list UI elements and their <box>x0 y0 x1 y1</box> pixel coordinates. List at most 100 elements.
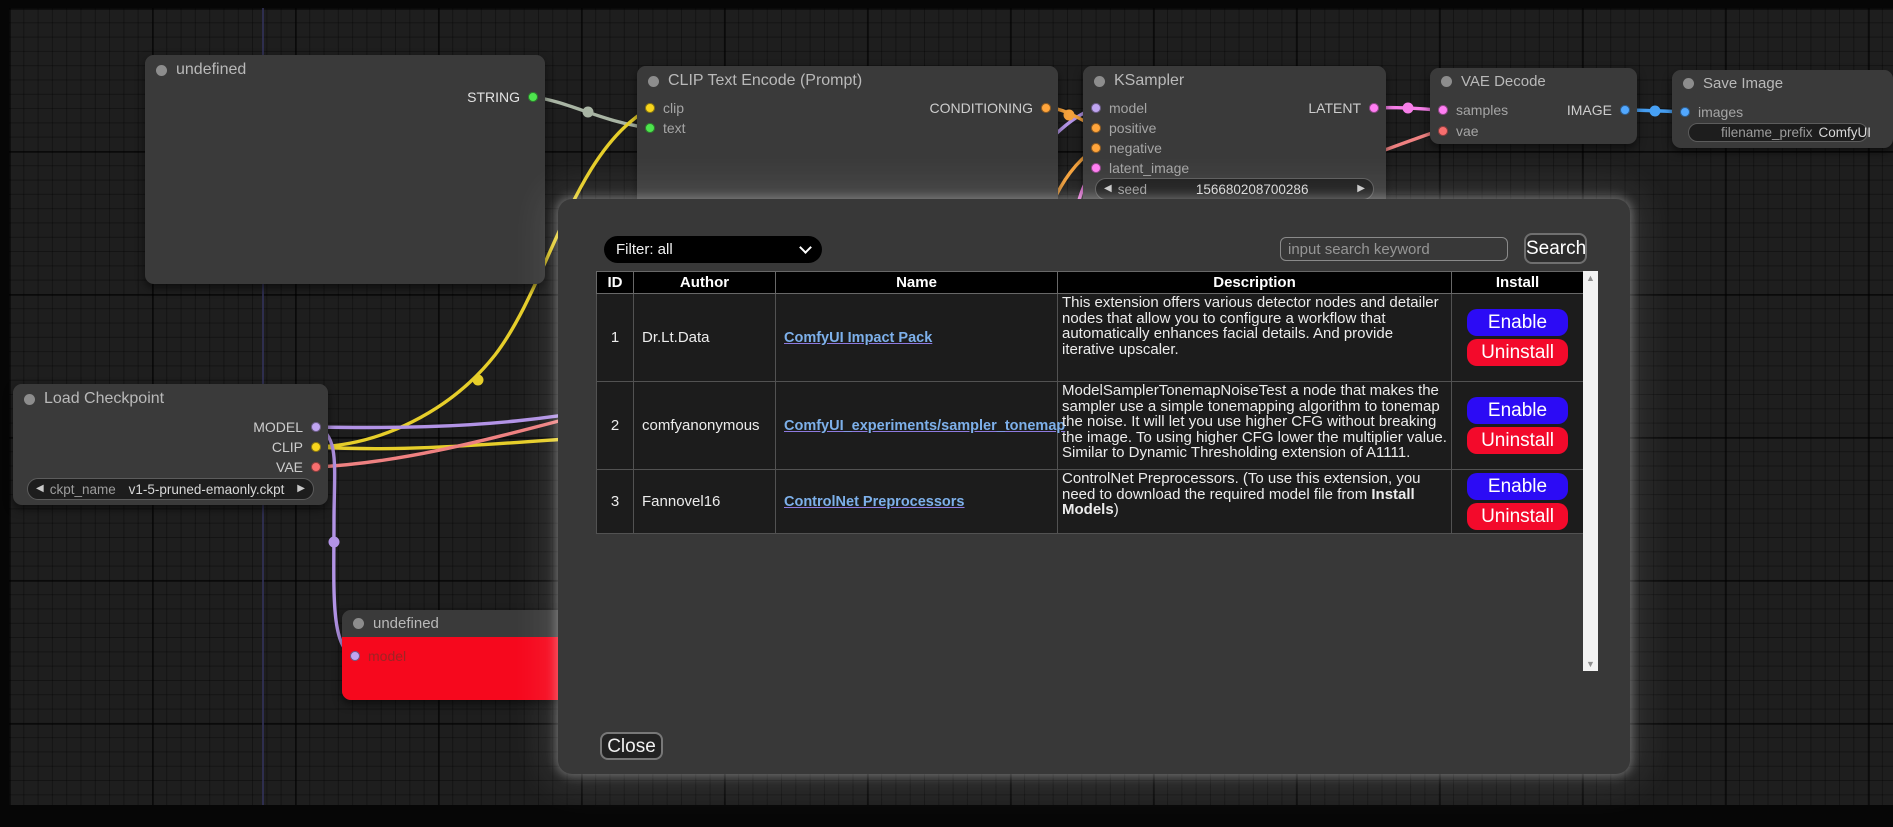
slot-dot[interactable] <box>1091 103 1101 113</box>
prev-arrow-icon[interactable]: ◀ <box>1104 184 1112 194</box>
uninstall-button[interactable]: Uninstall <box>1467 339 1568 366</box>
header-name: Name <box>776 272 1058 294</box>
slot-dot[interactable] <box>645 103 655 113</box>
slot-dot[interactable] <box>1369 103 1379 113</box>
filter-value: Filter: all <box>616 241 801 258</box>
collapse-dot-icon[interactable] <box>24 394 35 405</box>
widget-value: v1-5-pruned-emaonly.ckpt <box>122 482 292 497</box>
slot-label: VAE <box>276 459 303 475</box>
node-title-bar[interactable]: VAE Decode <box>1430 68 1637 95</box>
cell-author: comfyanonymous <box>634 382 776 470</box>
output-slot-vae[interactable]: VAE <box>276 457 321 477</box>
node-ksampler[interactable]: KSampler model positive negative latent_… <box>1083 66 1386 211</box>
cell-id: 1 <box>597 294 634 382</box>
uninstall-button[interactable]: Uninstall <box>1467 427 1568 454</box>
cell-description: ModelSamplerTonemapNoiseTest a node that… <box>1058 382 1452 470</box>
input-slot-model[interactable]: model <box>1091 98 1147 118</box>
slot-dot[interactable] <box>311 422 321 432</box>
node-undefined-top[interactable]: undefined STRING <box>145 55 545 284</box>
collapse-dot-icon[interactable] <box>648 76 659 87</box>
table-scrollbar[interactable]: ▲ ▼ <box>1583 271 1598 671</box>
output-slot-clip[interactable]: CLIP <box>272 437 321 457</box>
collapse-dot-icon[interactable] <box>1094 76 1105 87</box>
input-slot-images[interactable]: images <box>1680 102 1743 122</box>
search-input[interactable] <box>1280 237 1508 261</box>
slot-dot[interactable] <box>645 123 655 133</box>
scroll-down-icon[interactable]: ▼ <box>1583 657 1598 671</box>
filename-prefix-widget[interactable]: filename_prefix ComfyUI <box>1688 123 1868 142</box>
slot-dot[interactable] <box>1438 126 1448 136</box>
slot-dot[interactable] <box>1680 107 1690 117</box>
slot-dot[interactable] <box>1620 105 1630 115</box>
input-slot-clip[interactable]: clip <box>645 98 684 118</box>
cell-name: ComfyUI Impact Pack <box>776 294 1058 382</box>
slot-dot[interactable] <box>350 651 360 661</box>
slot-dot[interactable] <box>1041 103 1051 113</box>
input-slot-vae[interactable]: vae <box>1438 121 1479 141</box>
extension-link[interactable]: ControlNet Preprocessors <box>784 494 965 510</box>
collapse-dot-icon[interactable] <box>1441 76 1452 87</box>
node-title-bar[interactable]: KSampler <box>1083 66 1386 96</box>
ckpt-name-widget[interactable]: ◀ ckpt_name v1-5-pruned-emaonly.ckpt ▶ <box>27 478 314 500</box>
node-undefined-bottom[interactable]: undefined model <box>342 610 582 700</box>
collapse-dot-icon[interactable] <box>353 618 364 629</box>
close-button[interactable]: Close <box>600 732 663 760</box>
output-slot-string[interactable]: STRING <box>467 87 538 107</box>
prev-arrow-icon[interactable]: ◀ <box>36 484 44 494</box>
enable-button[interactable]: Enable <box>1467 309 1568 336</box>
filter-select[interactable]: Filter: all <box>604 236 822 263</box>
seed-widget[interactable]: ◀ seed 156680208700286 ▶ <box>1095 178 1374 200</box>
chevron-down-icon <box>799 241 812 254</box>
slot-dot[interactable] <box>1091 123 1101 133</box>
enable-button[interactable]: Enable <box>1467 397 1568 424</box>
description-text: ControlNet Preprocessors. (To use this e… <box>1062 470 1421 503</box>
slot-dot[interactable] <box>1091 163 1101 173</box>
node-title-bar[interactable]: Save Image <box>1672 70 1893 97</box>
input-slot-samples[interactable]: samples <box>1438 100 1508 120</box>
slot-label: negative <box>1109 140 1162 156</box>
output-slot-conditioning[interactable]: CONDITIONING <box>930 98 1051 118</box>
slot-dot[interactable] <box>528 92 538 102</box>
node-title: VAE Decode <box>1461 73 1546 90</box>
next-arrow-icon[interactable]: ▶ <box>1357 184 1365 194</box>
slot-label: positive <box>1109 120 1156 136</box>
input-slot-negative[interactable]: negative <box>1091 138 1162 158</box>
extension-link[interactable]: ComfyUI Impact Pack <box>784 330 932 346</box>
output-slot-image[interactable]: IMAGE <box>1567 100 1630 120</box>
slot-dot[interactable] <box>1091 143 1101 153</box>
slot-label: images <box>1698 104 1743 120</box>
cell-id: 3 <box>597 470 634 534</box>
node-vae-decode[interactable]: VAE Decode samples vae IMAGE <box>1430 68 1637 144</box>
input-slot-text[interactable]: text <box>645 118 686 138</box>
enable-button[interactable]: Enable <box>1467 473 1568 500</box>
header-description: Description <box>1058 272 1452 294</box>
output-slot-latent[interactable]: LATENT <box>1308 98 1379 118</box>
node-title-bar[interactable]: Load Checkpoint <box>13 384 328 414</box>
scroll-up-icon[interactable]: ▲ <box>1583 271 1598 285</box>
widget-label: filename_prefix <box>1721 125 1813 140</box>
node-title-bar[interactable]: undefined <box>145 55 545 85</box>
slot-dot[interactable] <box>311 462 321 472</box>
uninstall-button[interactable]: Uninstall <box>1467 503 1568 530</box>
slot-label: text <box>663 120 686 136</box>
input-slot-latent-image[interactable]: latent_image <box>1091 158 1189 178</box>
extension-link[interactable]: ComfyUI_experiments/sampler_tonemap <box>784 418 1065 434</box>
node-load-checkpoint[interactable]: Load Checkpoint MODEL CLIP VAE ◀ ckpt_na… <box>13 384 328 505</box>
node-title-bar[interactable]: undefined <box>342 610 582 637</box>
collapse-dot-icon[interactable] <box>1683 78 1694 89</box>
output-slot-model[interactable]: MODEL <box>253 417 321 437</box>
input-slot-positive[interactable]: positive <box>1091 118 1156 138</box>
table-header-row: ID Author Name Description Install <box>597 272 1584 294</box>
cell-install: Enable Uninstall <box>1452 470 1584 534</box>
search-button[interactable]: Search <box>1524 233 1587 264</box>
node-title: CLIP Text Encode (Prompt) <box>668 72 862 90</box>
input-slot-model[interactable]: model <box>350 646 406 666</box>
collapse-dot-icon[interactable] <box>156 65 167 76</box>
slot-dot[interactable] <box>1438 105 1448 115</box>
widget-label: ckpt_name <box>50 482 116 497</box>
widget-value: ComfyUI <box>1819 125 1872 140</box>
next-arrow-icon[interactable]: ▶ <box>297 484 305 494</box>
node-save-image[interactable]: Save Image images filename_prefix ComfyU… <box>1672 70 1893 148</box>
node-title-bar[interactable]: CLIP Text Encode (Prompt) <box>637 66 1058 96</box>
slot-dot[interactable] <box>311 442 321 452</box>
